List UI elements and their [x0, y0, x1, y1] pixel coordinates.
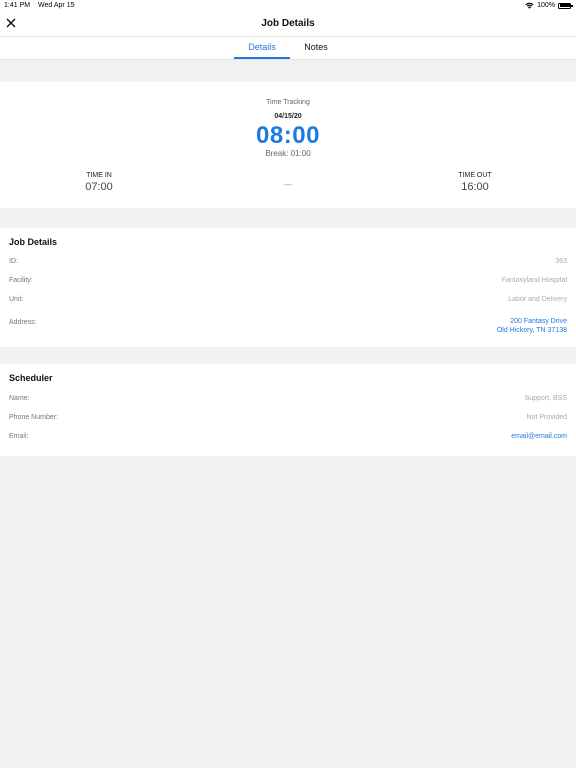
address-label: Address: [9, 319, 37, 326]
nav-bar: Job Details [0, 12, 576, 37]
facility-row: Facility: Fantasyland Hospital [0, 275, 576, 289]
time-tracking-break: Break: 01:00 [265, 149, 311, 158]
scheduler-name-row: Name: Support, BSS [0, 393, 576, 407]
unit-value: Labor and Delivery [508, 296, 567, 303]
phone-value: Not Provided [526, 414, 567, 421]
phone-label: Phone Number: [9, 414, 59, 421]
time-in-label: TIME IN [86, 172, 112, 179]
address-line-1: 200 Fantasy Drive [510, 318, 567, 325]
time-out-value: 16:00 [461, 181, 489, 193]
status-date: Wed Apr 15 [38, 2, 75, 9]
email-row: Email: email@email.com [0, 431, 576, 445]
phone-row: Phone Number: Not Provided [0, 412, 576, 426]
facility-label: Facility: [9, 277, 33, 284]
wifi-icon [525, 2, 534, 9]
unit-row: Unit: Labor and Delivery [0, 294, 576, 308]
job-id-row: ID: 363 [0, 256, 576, 270]
job-id-label: ID: [9, 258, 18, 265]
time-out-label: TIME OUT [458, 172, 492, 179]
tab-bar: Details Notes [0, 37, 576, 60]
address-line-2: Old Hickory, TN 37138 [496, 327, 567, 334]
page-title: Job Details [261, 18, 315, 29]
status-right: 100% [525, 2, 573, 9]
email-link[interactable]: email@email.com [511, 433, 567, 440]
status-bar: 1:41 PM Wed Apr 15 100% [0, 0, 576, 12]
scheduler-title: Scheduler [9, 373, 53, 383]
time-tracking-card: Time Tracking 04/15/20 08:00 Break: 01:0… [0, 82, 576, 208]
scheduler-name-label: Name: [9, 395, 30, 402]
unit-label: Unit: [9, 296, 24, 303]
tab-details[interactable]: Details [234, 42, 290, 52]
job-details-title: Job Details [9, 237, 58, 247]
scheduler-card: Scheduler Name: Support, BSS Phone Numbe… [0, 364, 576, 456]
facility-value: Fantasyland Hospital [501, 277, 567, 284]
time-tracking-date: 04/15/20 [274, 113, 302, 120]
job-details-card: Job Details ID: 363 Facility: Fantasylan… [0, 228, 576, 347]
time-out-block: TIME OUT 16:00 [440, 172, 510, 193]
status-time: 1:41 PM [4, 2, 31, 9]
time-tracking-total: 08:00 [256, 122, 320, 149]
time-tracking-label: Time Tracking [266, 99, 310, 106]
battery-icon [558, 2, 573, 9]
address-link[interactable]: 200 Fantasy Drive Old Hickory, TN 37138 [497, 317, 567, 335]
tab-active-indicator [234, 57, 290, 59]
status-left: 1:41 PM Wed Apr 15 [4, 2, 80, 9]
email-label: Email: [9, 433, 29, 440]
address-row: Address: [0, 317, 576, 331]
job-id-value: 363 [555, 258, 567, 265]
scheduler-name-value: Support, BSS [524, 395, 567, 402]
battery-percent: 100% [537, 2, 555, 9]
tab-notes[interactable]: Notes [294, 42, 338, 52]
